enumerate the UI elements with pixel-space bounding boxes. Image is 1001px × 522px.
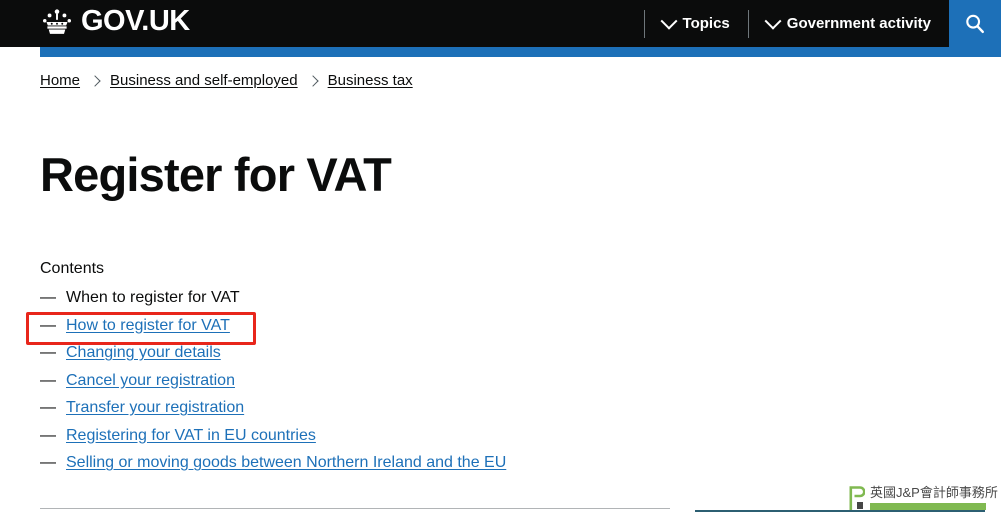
dash-marker-icon: — [40,426,56,444]
watermark-content: 英國J&P會計師事務所 [870,485,998,510]
contents-heading: Contents [40,260,105,277]
dash-marker-icon: — [40,316,56,334]
contents-list: — When to register for VAT — How to regi… [40,289,660,482]
list-item: — When to register for VAT [40,289,660,317]
breadcrumb-chevron-icon [306,74,319,87]
contents-item-when-to-register-for-vat: When to register for VAT [66,289,240,306]
chevron-down-icon [660,12,678,30]
dash-marker-icon: — [40,344,56,361]
watermark: 英國J&P會計師事務所 [848,485,998,512]
dash-marker-icon: — [40,399,56,416]
list-item: — Cancel your registration [40,372,660,400]
crown-icon [43,8,71,34]
dash-marker-icon: — [40,371,56,389]
chevron-down-icon [764,12,782,30]
watermark-logo-icon [849,486,865,510]
list-item: — Selling or moving goods between Northe… [40,454,660,482]
breadcrumb-chevron-icon [89,74,101,87]
nav-item-topics[interactable]: Topics [645,0,748,47]
contents-item-selling-or-moving-goods-northern-ireland-eu[interactable]: Selling or moving goods between Northern… [66,454,506,472]
contents-item-transfer-your-registration[interactable]: Transfer your registration [66,399,244,417]
header-accent-bar [40,47,1001,57]
contents-item-cancel-your-registration[interactable]: Cancel your registration [66,372,235,390]
govuk-brand-text: GOV.UK [81,5,190,37]
nav-item-government-activity[interactable]: Government activity [749,0,949,47]
watermark-text: 英國J&P會計師事務所 [870,485,998,500]
breadcrumb-item-home[interactable]: Home [40,72,80,89]
contents-item-changing-your-details[interactable]: Changing your details [66,344,221,362]
breadcrumb: Home Business and self-employed Business… [40,72,413,89]
list-item: — How to register for VAT [40,317,660,345]
list-item: — Changing your details [40,344,660,372]
breadcrumb-item-business-tax[interactable]: Business tax [328,72,413,89]
page-title: Register for VAT [40,148,392,201]
nav-item-government-activity-label: Government activity [786,15,931,32]
contents-item-how-to-register-for-vat[interactable]: How to register for VAT [66,317,230,335]
list-item: — Registering for VAT in EU countries [40,427,660,455]
govuk-logo-link[interactable]: GOV.UK [40,7,190,36]
list-item: — Transfer your registration [40,399,660,427]
site-header: GOV.UK Topics Government activity [0,0,1001,47]
dash-marker-icon: — [40,289,56,306]
header-navigation: Topics Government activity [643,0,949,47]
nav-item-topics-label: Topics [682,15,730,32]
dash-marker-icon: — [40,454,56,471]
content-divider [40,508,670,509]
contents-item-registering-for-vat-in-eu-countries[interactable]: Registering for VAT in EU countries [66,427,316,445]
search-button[interactable] [949,0,1001,47]
breadcrumb-item-business-and-self-employed[interactable]: Business and self-employed [110,72,298,89]
search-icon [966,14,984,33]
watermark-accent-bar [870,502,986,510]
